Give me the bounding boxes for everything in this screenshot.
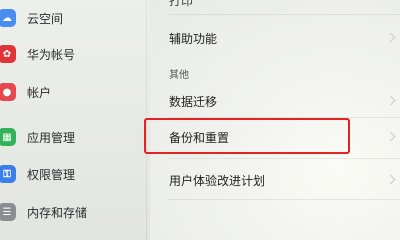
sidebar-item-app-management[interactable]: ▦ 应用管理 (0, 122, 150, 152)
sidebar-item-label: 权限管理 (27, 167, 76, 182)
sidebar-item-label: 帐户 (27, 85, 52, 100)
sidebar-item-label: 云空间 (27, 11, 64, 26)
user-experience-row[interactable]: 用户体验改进计划 (169, 172, 389, 189)
accessibility-row[interactable]: 辅助功能 (169, 30, 389, 47)
row-divider (169, 199, 400, 200)
huawei-icon: ✿ (0, 45, 16, 63)
sidebar-item-huawei-id[interactable]: ✿ 华为帐号 (0, 39, 150, 69)
sidebar-item-label: 应用管理 (27, 130, 76, 145)
sidebar-item-label: 内存和存储 (27, 205, 88, 220)
sidebar-item-storage[interactable]: ☰ 内存和存储 (0, 197, 150, 227)
apps-icon: ▦ (0, 128, 16, 146)
user-experience-label: 用户体验改进计划 (169, 174, 266, 188)
print-row[interactable]: 打印 (169, 0, 389, 9)
storage-icon: ☰ (0, 203, 16, 221)
row-divider (169, 158, 400, 159)
row-divider (169, 14, 400, 15)
data-migration-label: 数据迁移 (169, 95, 218, 109)
sidebar-item-account[interactable]: ● 帐户 (0, 77, 150, 107)
permission-icon: ⚿ (0, 165, 16, 183)
settings-sidebar: ☁ 云空间 ✿ 华为帐号 ● 帐户 ▦ 应用管理 ⚿ 权限管理 ☰ 内存和存储 (0, 0, 150, 240)
sidebar-item-permissions[interactable]: ⚿ 权限管理 (0, 159, 150, 189)
sidebar-item-cloud[interactable]: ☁ 云空间 (0, 3, 150, 33)
sidebar-item-label: 华为帐号 (27, 47, 76, 62)
account-icon: ● (0, 83, 16, 101)
accessibility-label: 辅助功能 (169, 32, 218, 46)
section-header-other: 其他 (169, 70, 189, 81)
cloud-icon: ☁ (0, 9, 16, 27)
data-migration-row[interactable]: 数据迁移 (169, 93, 389, 110)
highlight-box (144, 118, 350, 154)
